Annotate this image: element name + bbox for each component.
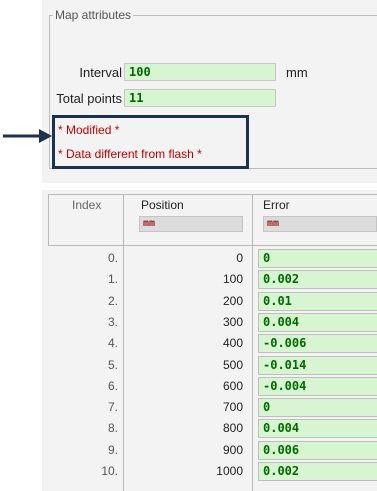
status-data-different-from-flash: * Data different from flash * (58, 147, 202, 161)
column-header-position[interactable]: Position (141, 198, 184, 212)
interval-label: Interval (79, 65, 122, 80)
column-header-error[interactable]: Error (263, 198, 290, 212)
row-position: 400 (222, 336, 243, 351)
row-position: 200 (222, 293, 243, 308)
total-points-input[interactable]: 11 (124, 89, 276, 107)
column-divider (123, 194, 124, 491)
row-error-input[interactable]: 0.004 (258, 312, 377, 332)
row-error-input[interactable]: -0.004 (258, 376, 377, 396)
error-unit-field: mm (263, 216, 377, 232)
row-index: 5. (107, 357, 118, 372)
row-error-input[interactable]: 0.006 (258, 440, 377, 460)
row-error-input[interactable]: 0.002 (258, 270, 377, 290)
row-error-input[interactable]: 0 (258, 398, 377, 418)
row-error-input[interactable]: 0 (258, 249, 377, 268)
interval-unit: mm (286, 65, 308, 80)
row-error-input[interactable]: -0.006 (258, 334, 377, 354)
status-modified: * Modified * (58, 123, 120, 137)
row-position: 900 (222, 442, 243, 457)
row-error-input[interactable]: 0.004 (258, 419, 377, 439)
row-index: 0. (107, 251, 118, 265)
row-position: 800 (222, 421, 243, 436)
row-index: 2. (107, 293, 118, 308)
row-error-input[interactable]: 0.01 (258, 291, 377, 311)
map-attributes-title: Map attributes (53, 8, 134, 22)
row-index: 1. (107, 272, 118, 287)
row-position: 0 (236, 251, 243, 265)
row-error-input[interactable]: -0.014 (258, 355, 377, 375)
pointer-arrow-icon (3, 129, 52, 143)
row-index: 7. (107, 400, 118, 415)
row-position: 100 (222, 272, 243, 287)
row-index: 6. (107, 378, 118, 393)
row-index: 3. (107, 314, 118, 329)
interval-input[interactable]: 100 (124, 63, 276, 81)
row-position: 300 (222, 314, 243, 329)
row-index: 8. (107, 421, 118, 436)
row-position: 600 (222, 378, 243, 393)
column-header-index[interactable]: Index (72, 198, 101, 212)
row-index: 4. (107, 336, 118, 351)
row-position: 500 (222, 357, 243, 372)
row-index: 10. (101, 464, 118, 478)
row-index: 9. (107, 442, 118, 457)
position-unit-field: mm (139, 216, 243, 232)
total-points-label: Total points (56, 91, 122, 106)
row-position: 700 (222, 400, 243, 415)
row-position: 1000 (216, 464, 243, 478)
row-error-input[interactable]: 0.002 (258, 462, 377, 481)
column-divider (252, 194, 253, 491)
